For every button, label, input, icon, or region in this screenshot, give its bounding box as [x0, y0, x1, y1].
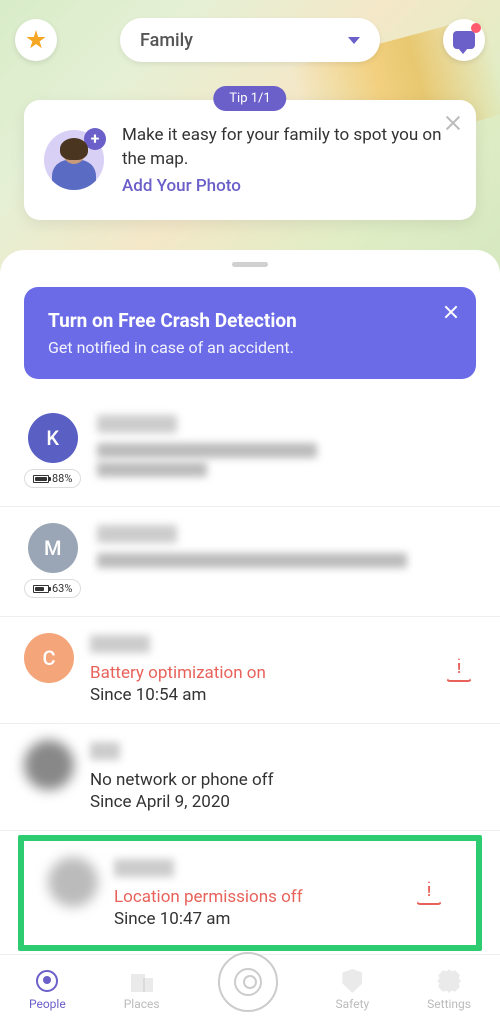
battery-badge: 63%	[24, 579, 81, 598]
alert-icon: !	[416, 881, 442, 905]
close-icon[interactable]	[442, 303, 460, 321]
battery-charging-icon	[33, 585, 49, 593]
gear-icon	[437, 969, 461, 993]
tip-title: Make it easy for your family to spot you…	[122, 124, 456, 172]
member-avatar-blurred	[24, 740, 74, 790]
status-warning: Battery optimization on	[90, 663, 476, 683]
member-row[interactable]: No network or phone off Since April 9, 2…	[0, 724, 500, 831]
member-name-blurred	[97, 525, 177, 543]
nav-safety[interactable]: Safety	[336, 968, 370, 1011]
notification-dot	[471, 23, 481, 33]
member-avatar-blurred	[48, 857, 98, 907]
member-row[interactable]: M 63%	[0, 507, 500, 617]
member-name-blurred	[90, 742, 120, 760]
people-icon	[36, 970, 58, 992]
tip-avatar: +	[44, 130, 104, 190]
top-bar: Family	[0, 18, 500, 62]
nav-center-button[interactable]	[218, 952, 278, 1012]
crash-title: Turn on Free Crash Detection	[48, 309, 452, 332]
tip-counter: Tip 1/1	[213, 86, 286, 111]
bottom-nav: People Places Safety Settings	[0, 954, 500, 1024]
highlighted-member: Location permissions off Since 10:47 am …	[18, 835, 482, 951]
member-row[interactable]: C Battery optimization on Since 10:54 am…	[0, 617, 500, 724]
member-location-blurred	[97, 443, 317, 458]
member-name-blurred	[114, 859, 174, 877]
sheet-handle[interactable]	[232, 262, 268, 267]
crash-detection-banner[interactable]: Turn on Free Crash Detection Get notifie…	[24, 287, 476, 379]
member-avatar: C	[24, 633, 74, 683]
member-location-blurred	[97, 553, 407, 568]
circle-selector[interactable]: Family	[120, 18, 380, 62]
tip-text: Make it easy for your family to spot you…	[122, 124, 456, 196]
star-icon	[26, 30, 46, 50]
member-avatar: K	[28, 413, 78, 463]
status-since: Since April 9, 2020	[90, 792, 476, 812]
tip-link[interactable]: Add Your Photo	[122, 176, 456, 196]
status-since: Since 10:47 am	[114, 909, 452, 929]
member-since-blurred	[97, 462, 207, 477]
chat-icon	[453, 31, 475, 49]
member-avatar: M	[28, 523, 78, 573]
member-row[interactable]: K 88%	[0, 397, 500, 507]
battery-icon	[33, 475, 49, 483]
bottom-sheet[interactable]: Turn on Free Crash Detection Get notifie…	[0, 250, 500, 954]
tip-card[interactable]: Tip 1/1 + Make it easy for your family t…	[24, 100, 476, 220]
member-name-blurred	[97, 415, 177, 433]
premium-badge[interactable]	[15, 19, 57, 61]
crash-subtitle: Get notified in case of an accident.	[48, 338, 452, 357]
close-icon[interactable]	[442, 112, 464, 134]
chevron-down-icon	[348, 37, 360, 44]
places-icon	[131, 970, 153, 992]
chat-button[interactable]	[443, 19, 485, 61]
member-row[interactable]: Location permissions off Since 10:47 am …	[30, 841, 470, 945]
status-since: Since 10:54 am	[90, 685, 476, 705]
nav-settings[interactable]: Settings	[427, 968, 471, 1011]
status-text: No network or phone off	[90, 770, 476, 790]
profile-icon	[234, 968, 262, 996]
battery-badge: 88%	[24, 469, 81, 488]
member-name-blurred	[90, 635, 150, 653]
nav-places[interactable]: Places	[124, 968, 160, 1011]
circle-name: Family	[140, 30, 348, 51]
nav-people[interactable]: People	[29, 968, 66, 1011]
shield-icon	[342, 969, 362, 993]
alert-icon: !	[446, 658, 472, 682]
status-warning: Location permissions off	[114, 887, 452, 907]
